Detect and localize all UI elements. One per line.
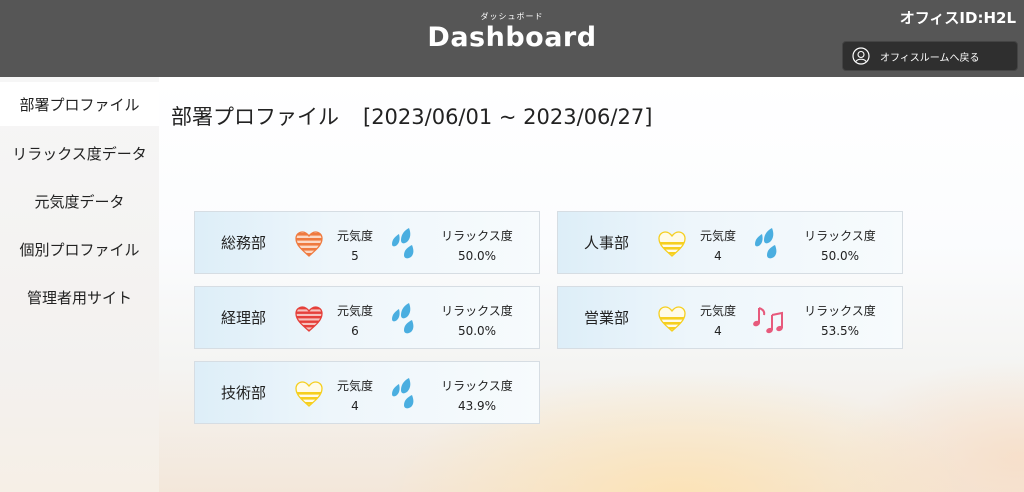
date-range: [2023/06/01 ~ 2023/06/27] — [363, 105, 653, 129]
back-button-label: オフィスルームへ戻る — [880, 52, 980, 64]
genki-value: 4 — [714, 324, 722, 338]
relax-label: リラックス度 — [804, 304, 876, 318]
main-content: 部署プロファイル [2023/06/01 ~ 2023/06/27] 総務部 元気… — [159, 77, 1024, 492]
genki-value: 4 — [714, 249, 722, 263]
header-subtitle: ダッシュボード — [480, 12, 544, 21]
genki-value: 4 — [351, 399, 359, 413]
orange-striped-heart-icon — [295, 231, 323, 257]
page-title: 部署プロファイル [2023/06/01 ~ 2023/06/27] — [171, 101, 652, 131]
sidebar-item-individual-profile[interactable]: 個別プロファイル — [0, 227, 159, 271]
relax-label: リラックス度 — [441, 304, 513, 318]
sidebar-item-relax-data[interactable]: リラックス度データ — [0, 131, 159, 175]
sidebar-item-label: 元気度データ — [34, 192, 125, 211]
relax-value: 50.0% — [457, 249, 497, 263]
genki-value: 6 — [351, 324, 359, 338]
sidebar: 部署プロファイル リラックス度データ 元気度データ 個別プロファイル 管理者用サ… — [0, 77, 159, 492]
sidebar-item-admin-site[interactable]: 管理者用サイト — [0, 275, 159, 319]
relax-value: 50.0% — [457, 324, 497, 338]
person-face-icon — [852, 47, 870, 65]
genki-label: 元気度 — [699, 229, 736, 243]
relax-label: リラックス度 — [441, 379, 513, 393]
genki-label: 元気度 — [699, 304, 736, 318]
section-title: 部署プロファイル — [171, 105, 339, 129]
music-notes-icon — [753, 307, 783, 334]
department-name: 技術部 — [221, 384, 267, 402]
sidebar-item-label: 部署プロファイル — [19, 95, 140, 114]
back-to-office-room-button[interactable]: オフィスルームへ戻る — [842, 41, 1018, 71]
water-drops-icon — [392, 303, 414, 334]
sidebar-item-label: 管理者用サイト — [26, 288, 132, 307]
genki-label: 元気度 — [336, 229, 373, 243]
sidebar-item-label: リラックス度データ — [12, 144, 147, 163]
red-striped-heart-icon — [295, 306, 323, 332]
department-card-general-affairs[interactable]: 総務部 元気度 5 リラックス度 50.0% — [194, 211, 540, 274]
sidebar-item-genki-data[interactable]: 元気度データ — [0, 179, 159, 223]
relax-label: リラックス度 — [804, 229, 876, 243]
department-name: 総務部 — [221, 234, 267, 252]
relax-label: リラックス度 — [441, 229, 513, 243]
department-name: 経理部 — [221, 309, 267, 327]
water-drops-icon — [755, 228, 777, 259]
yellow-half-heart-icon — [658, 231, 686, 257]
relax-value: 50.0% — [820, 249, 860, 263]
department-name: 人事部 — [584, 234, 630, 252]
app-header: ダッシュボード Dashboard オフィスID:H2L オフィスルームへ戻る — [0, 0, 1024, 77]
department-card-sales[interactable]: 営業部 元気度 4 リラックス度 53.5% — [557, 286, 903, 349]
office-id: オフィスID:H2L — [899, 9, 1016, 27]
genki-label: 元気度 — [336, 379, 373, 393]
department-card-accounting[interactable]: 経理部 元気度 6 リラックス度 50.0% — [194, 286, 540, 349]
department-card-hr[interactable]: 人事部 元気度 4 リラックス度 50.0% — [557, 211, 903, 274]
sidebar-item-department-profile[interactable]: 部署プロファイル — [0, 82, 159, 126]
sidebar-item-label: 個別プロファイル — [19, 240, 140, 259]
water-drops-icon — [392, 378, 414, 409]
relax-value: 43.9% — [457, 399, 497, 413]
genki-label: 元気度 — [336, 304, 373, 318]
yellow-half-heart-icon — [658, 306, 686, 332]
yellow-half-heart-icon — [295, 381, 323, 407]
department-card-engineering[interactable]: 技術部 元気度 4 リラックス度 43.9% — [194, 361, 540, 424]
department-name: 営業部 — [584, 309, 630, 327]
water-drops-icon — [392, 228, 414, 259]
genki-value: 5 — [351, 249, 359, 263]
relax-value: 53.5% — [820, 324, 860, 338]
